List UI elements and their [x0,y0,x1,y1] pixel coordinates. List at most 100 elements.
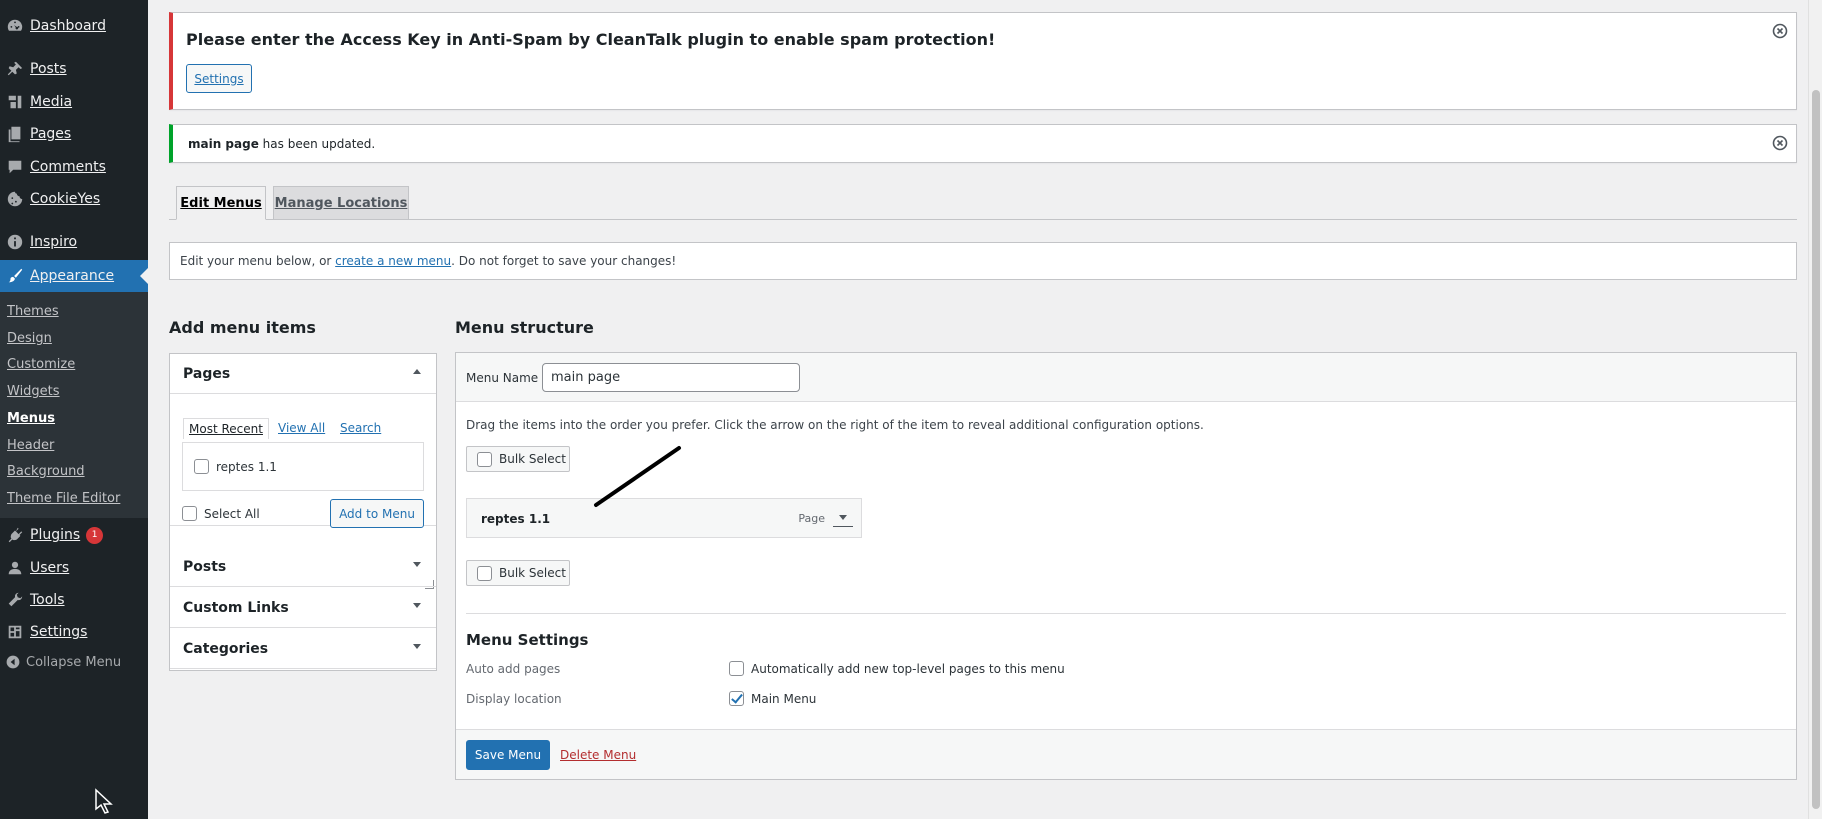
menu-updated-notice: main page has been updated. [169,124,1797,163]
collapse-icon [0,654,26,670]
collapse-menu-button[interactable]: Collapse Menu [0,654,121,670]
menu-structure-heading: Menu structure [455,318,594,337]
pages-list: reptes 1.1 [182,442,424,491]
dismiss-icon[interactable] [1772,135,1788,151]
custom-links-section-header[interactable]: Custom Links [170,588,436,628]
sidebar-item-inspiro[interactable]: Inspiro [0,226,148,258]
sidebar-item-label: Posts [30,61,67,77]
sidebar-item-label: Users [30,560,70,576]
auto-add-pages-label: Auto add pages [466,662,561,676]
posts-section-header[interactable]: Posts [170,547,436,587]
categories-section-header[interactable]: Categories [170,629,436,669]
sidebar-item-label: Tools [30,592,65,608]
tab-edit-menus[interactable]: Edit Menus [176,186,266,220]
list-item[interactable]: reptes 1.1 [194,459,277,474]
menu-item-title: reptes 1.1 [481,512,551,526]
expand-arrow-icon[interactable] [833,511,853,527]
sidebar-item-label: Pages [30,126,72,142]
add-to-menu-button[interactable]: Add to Menu [330,499,424,528]
sidebar-item-settings[interactable]: Settings [0,616,148,648]
main-menu-location-checkbox[interactable]: Main Menu [729,691,816,706]
collapse-menu-label: Collapse Menu [26,654,122,670]
scrollbar-thumb[interactable] [1812,90,1820,809]
submenu-header[interactable]: Header [7,438,54,453]
divider [466,613,1786,614]
submenu-design[interactable]: Design [7,331,52,346]
chevron-down-icon [413,603,421,608]
submenu-customize[interactable]: Customize [7,357,75,372]
update-count-badge: 1 [86,526,104,544]
sidebar-item-label: Media [30,94,73,110]
save-menu-button[interactable]: Save Menu [466,740,550,770]
bulk-select-bottom[interactable]: Bulk Select [466,560,570,586]
pages-section-header[interactable]: Pages [170,354,436,394]
brush-icon [0,267,30,285]
submenu-background[interactable]: Background [7,464,85,479]
sidebar-item-cookieyes[interactable]: CookieYes [0,183,148,215]
tabs-divider [169,219,1797,220]
add-menu-items-accordion: Pages Most Recent View All Search reptes… [169,353,437,671]
chevron-up-icon [413,369,421,374]
sidebar-item-appearance[interactable]: Appearance [0,260,148,292]
media-icon [0,93,30,111]
pages-icon [0,125,30,143]
sidebar-item-plugins[interactable]: Plugins 1 [0,519,148,551]
page-checkbox[interactable] [194,459,209,474]
submenu-menus[interactable]: Menus [7,411,55,426]
bulk-select-top[interactable]: Bulk Select [466,446,570,472]
notice-title: Please enter the Access Key in Anti-Spam… [186,30,996,49]
submenu-theme-file-editor[interactable]: Theme File Editor [7,491,120,506]
menu-name-bar: Menu Name [456,353,1796,402]
cleantalk-error-notice: Please enter the Access Key in Anti-Spam… [169,12,1797,110]
pages-section-body: Most Recent View All Search reptes 1.1 S… [170,396,436,589]
bulk-select-checkbox[interactable] [477,565,492,581]
create-new-menu-link[interactable]: create a new menu [335,254,451,268]
menu-name-label: Menu Name [466,371,539,385]
add-menu-items-heading: Add menu items [169,318,316,337]
tab-search[interactable]: Search [340,421,381,435]
sidebar-item-media[interactable]: Media [0,86,148,118]
page-scrollbar[interactable] [1808,0,1822,819]
submenu-widgets[interactable]: Widgets [7,384,60,399]
menu-item-type: Page [798,512,825,525]
sidebar-item-label: Inspiro [30,234,78,250]
auto-add-pages-checkbox[interactable]: Automatically add new top-level pages to… [729,661,1065,676]
sidebar-item-comments[interactable]: Comments [0,151,148,183]
sidebar-item-pages[interactable]: Pages [0,118,148,150]
user-icon [0,559,30,577]
delete-menu-link[interactable]: Delete Menu [560,748,636,762]
tab-manage-locations[interactable]: Manage Locations [273,186,409,220]
appearance-submenu: Themes Design Customize Widgets Menus He… [0,292,148,518]
sidebar-item-users[interactable]: Users [0,552,148,584]
sidebar-item-label: Plugins [30,527,81,543]
info-icon [0,233,30,251]
menu-name-input[interactable] [542,363,800,392]
sidebar-item-label: CookieYes [30,191,101,207]
dismiss-icon[interactable] [1772,23,1788,39]
admin-sidebar: Dashboard Posts Media Pages Comments Coo… [0,0,148,819]
cookie-icon [0,190,30,208]
chevron-down-icon [413,562,421,567]
settings-button[interactable]: Settings [186,64,252,93]
display-location-label: Display location [466,692,562,706]
sidebar-item-label: Settings [30,624,88,640]
pin-icon [0,60,30,78]
sidebar-item-dashboard[interactable]: Dashboard [0,10,148,42]
main-menu-box[interactable] [729,691,744,706]
menu-management-panel: Menu Name Drag the items into the order … [455,352,1797,780]
sidebar-item-label: Appearance [30,268,115,284]
select-all-box[interactable] [182,506,197,521]
tab-most-recent[interactable]: Most Recent [183,418,269,439]
dashboard-icon [0,17,30,35]
tab-view-all[interactable]: View All [278,421,325,435]
menu-settings-title: Menu Settings [466,631,589,649]
menu-item[interactable]: reptes 1.1 Page [466,498,862,538]
bulk-select-checkbox[interactable] [477,451,492,467]
notice-message: main page has been updated. [188,137,376,151]
submenu-themes[interactable]: Themes [7,304,59,319]
sidebar-item-posts[interactable]: Posts [0,53,148,85]
sidebar-item-tools[interactable]: Tools [0,584,148,616]
select-all-checkbox[interactable]: Select All [182,506,260,521]
chevron-down-icon [413,644,421,649]
auto-add-box[interactable] [729,661,744,676]
